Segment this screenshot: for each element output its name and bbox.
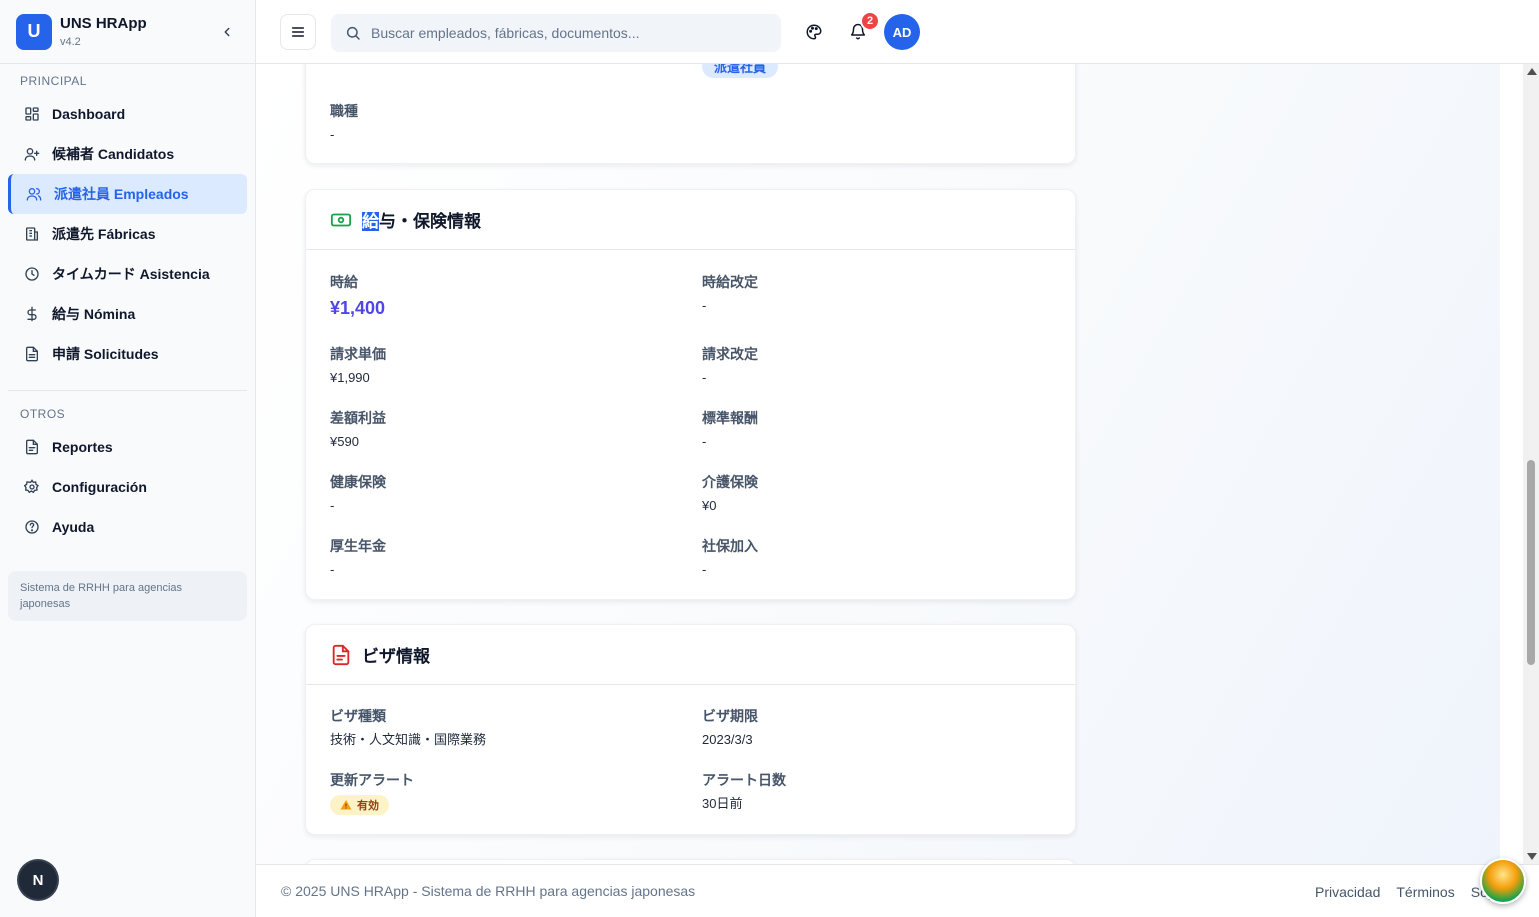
collapse-sidebar-button[interactable]	[215, 20, 239, 44]
sidebar-item-factories[interactable]: 派遣先 Fábricas	[8, 214, 247, 254]
main-nav: Dashboard 候補者 Candidatos 派遣社員 Empleados …	[0, 94, 255, 374]
warning-icon	[340, 800, 352, 810]
care-insurance-field: 介護保険 ¥0	[702, 474, 758, 513]
building-icon	[24, 226, 40, 242]
sidebar-item-payroll[interactable]: 給与 Nómina	[8, 294, 247, 334]
billing-unit-field: 請求単価 ¥1,990	[330, 346, 386, 385]
visa-info-card: ビザ情報 ビザ種類 技術・人文知識・国際業務 ビザ期限 2023/3/3 更新ア…	[305, 624, 1076, 835]
job-type-field: 職種 -	[330, 102, 358, 144]
notification-count-badge: 2	[860, 11, 880, 31]
sidebar-divider	[8, 390, 247, 391]
standard-compensation-field: 標準報酬 -	[702, 410, 758, 449]
app-name: UNS HRApp	[60, 14, 147, 32]
footer-link-terms[interactable]: Términos	[1396, 884, 1454, 900]
visa-type-field: ビザ種類 技術・人文知識・国際業務	[330, 708, 487, 747]
gear-icon	[24, 479, 40, 495]
assistant-fab-button[interactable]	[1480, 858, 1526, 904]
document-icon	[330, 644, 352, 666]
theme-button[interactable]	[802, 20, 826, 44]
hourly-wage-value: ¥1,400	[330, 298, 386, 318]
section-label-principal: PRINCIPAL	[20, 74, 87, 88]
employee-type-pill: 派遣社員	[702, 64, 779, 78]
sidebar-item-requests[interactable]: 申請 Solicitudes	[8, 334, 247, 374]
dashboard-icon	[24, 106, 40, 122]
social-insurance-field: 社保加入 -	[702, 538, 758, 577]
sidebar-item-label: 派遣社員 Empleados	[54, 186, 189, 202]
sidebar-item-label: 派遣先 Fábricas	[52, 226, 156, 242]
clock-icon	[24, 266, 40, 282]
menu-toggle-button[interactable]	[280, 14, 316, 50]
visa-expiry-field: ビザ期限 2023/3/3	[702, 708, 758, 747]
dev-tools-badge[interactable]: N	[19, 861, 57, 899]
sidebar-item-label: Dashboard	[52, 106, 126, 122]
sidebar-item-label: Ayuda	[52, 519, 95, 535]
page-footer: © 2025 UNS HRApp - Sistema de RRHH para …	[256, 864, 1539, 917]
sidebar-item-label: 申請 Solicitudes	[52, 346, 159, 362]
copyright-text: © 2025 UNS HRApp - Sistema de RRHH para …	[281, 883, 696, 899]
selected-text: 給	[362, 212, 379, 231]
sidebar: U UNS HRApp v4.2 PRINCIPAL Dashboard 候補者…	[0, 0, 256, 917]
health-insurance-field: 健康保険 -	[330, 474, 386, 513]
search-box[interactable]	[331, 14, 781, 52]
salary-insurance-card: 給与・保険情報 時給 ¥1,400 時給改定 - 請求単価 ¥1,990 請求改…	[305, 189, 1076, 600]
chevron-left-icon	[224, 27, 230, 36]
sidebar-item-attendance[interactable]: タイムカード Asistencia	[8, 254, 247, 294]
hourly-wage-field: 時給 ¥1,400	[330, 274, 386, 318]
report-icon	[24, 439, 40, 455]
sidebar-item-dashboard[interactable]: Dashboard	[8, 94, 247, 134]
main-content: 派遣社員 職種 - 給与・保険情報 時給 ¥1,400 時給改定 - 請求単価 …	[256, 64, 1500, 864]
billing-revision-field: 請求改定 -	[702, 346, 758, 385]
page-scrollbar[interactable]	[1523, 64, 1539, 864]
user-avatar[interactable]: AD	[884, 14, 920, 50]
sidebar-item-label: 給与 Nómina	[52, 306, 136, 322]
footer-link-privacy[interactable]: Privacidad	[1315, 884, 1380, 900]
scroll-down-arrow[interactable]	[1527, 853, 1537, 860]
card-title: ビザ情報	[362, 647, 430, 666]
sidebar-note: Sistema de RRHH para agencias japonesas	[8, 571, 247, 621]
banknote-icon	[330, 209, 352, 231]
field-label: 職種	[330, 103, 358, 119]
palette-icon	[806, 24, 822, 40]
sidebar-item-employees[interactable]: 派遣社員 Empleados	[8, 174, 247, 214]
file-icon	[24, 346, 40, 362]
sidebar-item-help[interactable]: Ayuda	[8, 507, 247, 547]
section-label-otros: OTROS	[20, 407, 66, 421]
status-badge: 有効	[330, 795, 389, 815]
search-input[interactable]	[371, 25, 751, 41]
field-value: -	[330, 127, 335, 142]
card-title: 給与・保険情報	[362, 212, 481, 231]
scroll-thumb[interactable]	[1527, 460, 1535, 665]
brand: U UNS HRApp v4.2	[0, 0, 255, 64]
hourly-revision-field: 時給改定 -	[702, 274, 758, 313]
sidebar-item-reports[interactable]: Reportes	[8, 427, 247, 467]
sidebar-item-label: Configuración	[52, 479, 147, 495]
sidebar-item-settings[interactable]: Configuración	[8, 467, 247, 507]
scroll-up-arrow[interactable]	[1527, 68, 1537, 75]
pension-field: 厚生年金 -	[330, 538, 386, 577]
alert-days-field: アラート日数 30日前	[702, 772, 786, 811]
card-header: ビザ情報	[306, 625, 1075, 685]
top-header: 2 AD	[256, 0, 1539, 64]
users-icon	[26, 186, 42, 202]
dollar-icon	[24, 306, 40, 322]
card-header: 給与・保険情報	[306, 190, 1075, 250]
renewal-alert-field: 更新アラート 有効	[330, 771, 414, 816]
sidebar-item-label: Reportes	[52, 439, 113, 455]
sidebar-item-label: 候補者 Candidatos	[52, 146, 175, 162]
hamburger-icon	[291, 27, 305, 37]
sidebar-item-candidates[interactable]: 候補者 Candidatos	[8, 134, 247, 174]
other-nav: Reportes Configuración Ayuda	[0, 427, 255, 547]
margin-field: 差額利益 ¥590	[330, 410, 386, 449]
job-info-card: 派遣社員 職種 -	[305, 64, 1076, 164]
search-icon	[346, 26, 360, 40]
help-icon	[24, 519, 40, 535]
app-version: v4.2	[60, 35, 81, 48]
sidebar-item-label: タイムカード Asistencia	[52, 266, 210, 282]
app-logo[interactable]: U	[16, 13, 52, 50]
user-plus-icon	[24, 146, 40, 162]
